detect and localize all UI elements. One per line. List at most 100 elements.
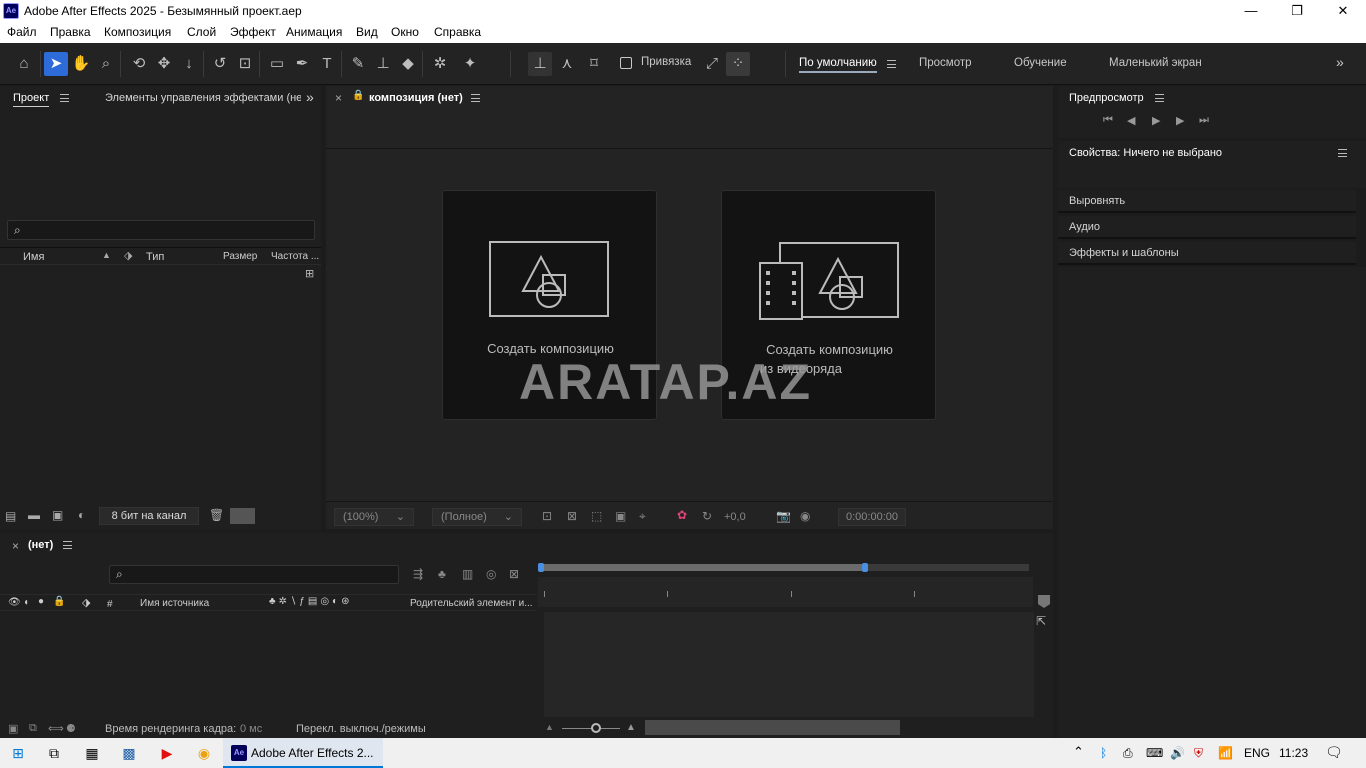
menu-animation[interactable]: Анимация — [286, 25, 342, 39]
trash-icon[interactable]: 🗑 — [209, 508, 224, 522]
tray-overflow-icon[interactable]: ⌃ — [1073, 744, 1084, 760]
taskbar-app-after-effects[interactable]: Ae Adobe After Effects 2... — [223, 738, 383, 768]
work-area-start-handle[interactable] — [538, 563, 544, 572]
lock-layer-icon[interactable]: 🔒 — [53, 596, 65, 607]
menu-effect[interactable]: Эффект — [230, 25, 276, 39]
tab-project[interactable]: Проект — [13, 92, 50, 107]
hand-tool-icon[interactable]: ✋ — [69, 52, 93, 76]
snap-grid-icon[interactable]: ⁘ — [726, 52, 750, 76]
color-swatch[interactable] — [230, 508, 255, 524]
calculator-icon[interactable]: ▦ — [82, 743, 102, 763]
dolly-camera-icon[interactable]: ↓ — [177, 52, 201, 76]
new-composition-icon[interactable]: ▣ — [52, 508, 63, 522]
interpret-footage-icon[interactable]: ▤ — [5, 509, 16, 523]
timeline-menu-icon[interactable] — [63, 541, 72, 549]
comp-button-icon[interactable] — [1038, 595, 1050, 608]
last-frame-icon[interactable]: ⏭ — [1199, 114, 1209, 127]
preview-menu-icon[interactable] — [1155, 94, 1164, 102]
first-frame-icon[interactable]: ⏮ — [1103, 114, 1113, 127]
workspace-default[interactable]: По умолчанию — [799, 57, 877, 73]
zoom-dropdown[interactable]: (100%) ⌄ — [334, 508, 414, 526]
flowchart-icon[interactable]: ⊞ — [305, 267, 314, 280]
timeline-search-input[interactable]: ⌕ — [109, 565, 399, 584]
workspace-menu-icon[interactable] — [887, 60, 896, 68]
label-tag-column-icon[interactable]: ⬗ — [82, 596, 90, 609]
time-ruler[interactable] — [538, 577, 1033, 607]
timeline-close-icon[interactable]: × — [12, 539, 19, 553]
security-icon[interactable]: ⛨ — [1194, 746, 1203, 761]
audio-panel[interactable]: Аудио — [1058, 216, 1356, 239]
motion-blur-icon[interactable]: ◎ — [486, 567, 496, 581]
reset-exposure-icon[interactable]: ↻ — [702, 509, 712, 523]
transparency-grid-icon[interactable]: ⊠ — [567, 509, 577, 523]
eraser-tool-icon[interactable]: ◆ — [396, 52, 420, 76]
color-channels-icon[interactable]: ✿ — [677, 508, 687, 522]
exposure-value[interactable]: +0,0 — [724, 511, 746, 523]
tab-effect-controls[interactable]: Элементы управления эффектами (нет) — [105, 92, 301, 104]
new-folder-icon[interactable]: ▬ — [28, 508, 40, 522]
comp-tab-title[interactable]: композиция (нет) — [369, 92, 463, 104]
timeline-tab[interactable]: (нет) — [28, 539, 53, 551]
zoom-tool-icon[interactable]: ⌕ — [94, 52, 118, 76]
properties-title[interactable]: Свойства: Ничего не выбрано — [1069, 147, 1222, 159]
lock-icon[interactable]: 🔒 — [352, 90, 364, 101]
region-of-interest-icon[interactable]: ⬚ — [591, 509, 602, 523]
timeline-zoom-handle[interactable] — [591, 723, 601, 733]
work-area-range[interactable] — [541, 564, 866, 571]
comp-close-icon[interactable]: × — [335, 91, 342, 105]
pan-behind-tool-icon[interactable]: ⊡ — [233, 52, 257, 76]
frame-blending-icon[interactable]: ▥ — [462, 567, 473, 581]
snap-options-icon[interactable]: ⤢ — [700, 52, 724, 76]
toggle-transfer-controls-icon[interactable]: ⧉ — [29, 722, 37, 735]
column-source-name[interactable]: Имя источника — [140, 598, 209, 609]
timeline-scrollbar[interactable] — [645, 720, 900, 735]
snap-checkbox[interactable] — [620, 57, 632, 69]
windows-start-icon[interactable]: ⊞ — [8, 743, 28, 763]
composition-mini-flowchart-icon[interactable]: ⇶ — [413, 567, 423, 581]
workspace-learn[interactable]: Обучение — [1014, 57, 1067, 69]
orbit-camera-icon[interactable]: ⟲ — [127, 52, 151, 76]
zoom-in-icon[interactable]: ▲ — [626, 722, 636, 733]
pen-tool-icon[interactable]: ✒ — [290, 52, 314, 76]
bluetooth-icon[interactable]: ᛒ — [1100, 746, 1107, 760]
preview-title[interactable]: Предпросмотр — [1069, 92, 1144, 104]
switches-icons[interactable]: ♣✲∖ƒ▤◎◐⊛ — [269, 596, 352, 607]
audio-icon[interactable]: ◖ — [23, 597, 29, 608]
roto-brush-tool-icon[interactable]: ✲ — [428, 52, 452, 76]
project-search-input[interactable]: ⌕ — [7, 220, 315, 240]
local-axis-icon[interactable]: ⊥ — [528, 52, 552, 76]
project-menu-icon[interactable] — [60, 94, 69, 102]
menu-window[interactable]: Окно — [391, 25, 419, 39]
toggle-switches-modes[interactable]: Перекл. выключ./режимы — [296, 723, 426, 735]
adjust-settings-icon[interactable]: ◐ — [78, 508, 85, 522]
clone-stamp-tool-icon[interactable]: ⊥ — [371, 52, 395, 76]
meet-now-icon[interactable]: ⎙ — [1123, 746, 1133, 761]
sort-up-icon[interactable]: ▲ — [102, 250, 111, 260]
label-tag-icon[interactable]: ⬗ — [124, 249, 132, 262]
timeline-tracks-area[interactable] — [544, 612, 1034, 717]
snapshot-icon[interactable]: 📷 — [776, 509, 791, 523]
properties-menu-icon[interactable] — [1338, 149, 1347, 157]
pin-icon[interactable]: ⇱ — [1036, 614, 1046, 628]
work-area-end-handle[interactable] — [862, 563, 868, 572]
video-visibility-icon[interactable]: 👁 — [8, 597, 21, 608]
task-view-icon[interactable]: ⧉ — [44, 743, 64, 763]
panel-overflow-icon[interactable]: » — [306, 89, 314, 105]
next-frame-icon[interactable]: ▶ — [1176, 114, 1184, 127]
column-frame-rate[interactable]: Частота ... — [271, 251, 319, 262]
input-method-icon[interactable]: ⌨ — [1146, 746, 1163, 760]
workspace-small-screen[interactable]: Маленький экран — [1109, 57, 1202, 69]
column-name[interactable]: Имя — [23, 251, 44, 263]
workspace-overflow-icon[interactable]: » — [1336, 54, 1344, 70]
previous-frame-icon[interactable]: ◀ — [1127, 114, 1135, 127]
column-number[interactable]: # — [107, 599, 113, 610]
align-title[interactable]: Выровнять — [1069, 195, 1125, 207]
mask-visibility-icon[interactable]: ▣ — [615, 509, 626, 523]
show-snapshot-icon[interactable]: ◉ — [800, 509, 810, 523]
network-icon[interactable]: 📶 — [1218, 746, 1233, 760]
clock[interactable]: 11:23 — [1279, 746, 1308, 760]
guides-options-icon[interactable]: ⌖ — [639, 509, 646, 524]
menu-layer[interactable]: Слой — [187, 25, 216, 39]
selection-tool-icon[interactable]: ➤ — [44, 52, 68, 76]
resolution-dropdown[interactable]: (Полное) ⌄ — [432, 508, 522, 526]
